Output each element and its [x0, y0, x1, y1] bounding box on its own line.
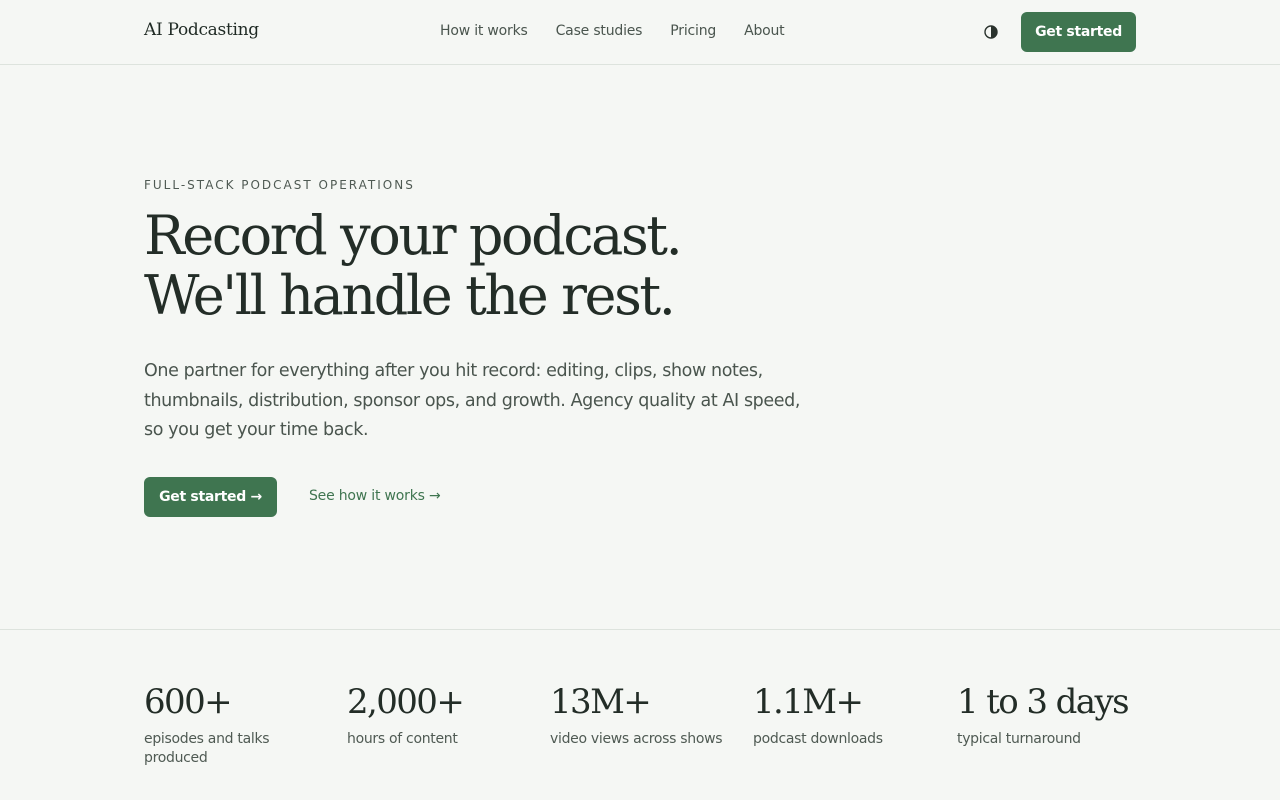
stat-value: 1.1M+: [753, 682, 864, 722]
stat-label: episodes and talks produced: [144, 731, 270, 766]
hero-headline-line-2: We'll handle the rest.: [144, 264, 676, 327]
hero-headline-line-1: Record your podcast.: [144, 204, 683, 267]
hero-eyebrow: FULL-STACK PODCAST OPERATIONS: [144, 178, 415, 192]
site-header: AI Podcasting How it works Case studies …: [0, 0, 1280, 65]
stat-video-views: 13M+ video views across shows: [550, 680, 740, 749]
nav-link-pricing[interactable]: Pricing: [670, 23, 716, 39]
see-how-it-works-link[interactable]: See how it works →: [309, 488, 441, 504]
stats-divider: [0, 629, 1280, 630]
hero-lead: One partner for everything after you hit…: [144, 361, 800, 440]
stat-value: 600+: [144, 682, 233, 722]
hero-get-started-button[interactable]: Get started →: [144, 477, 277, 517]
stat-downloads: 1.1M+ podcast downloads: [753, 680, 943, 749]
stat-turnaround: 1 to 3 days typical turnaround: [957, 680, 1147, 749]
stat-label: typical turnaround: [957, 731, 1081, 747]
stat-hours: 2,000+ hours of content: [347, 680, 537, 749]
stat-label: video views across shows: [550, 731, 723, 747]
stat-value: 1 to 3 days: [957, 682, 1130, 722]
stat-value: 13M+: [550, 682, 652, 722]
hero-headline: Record your podcast. We'll handle the re…: [144, 206, 944, 326]
nav-link-about[interactable]: About: [744, 23, 785, 39]
main-nav: How it works Case studies Pricing About: [440, 23, 785, 39]
header-get-started-button[interactable]: Get started: [1021, 12, 1136, 52]
stat-label: podcast downloads: [753, 731, 883, 747]
theme-toggle-button[interactable]: [983, 24, 999, 40]
logo[interactable]: AI Podcasting: [144, 20, 259, 40]
stat-label: hours of content: [347, 731, 458, 747]
nav-link-how-it-works[interactable]: How it works: [440, 23, 528, 39]
contrast-icon: [984, 25, 998, 39]
stat-episodes: 600+ episodes and talks produced: [144, 680, 334, 768]
nav-link-case-studies[interactable]: Case studies: [556, 23, 643, 39]
stat-value: 2,000+: [347, 682, 465, 722]
